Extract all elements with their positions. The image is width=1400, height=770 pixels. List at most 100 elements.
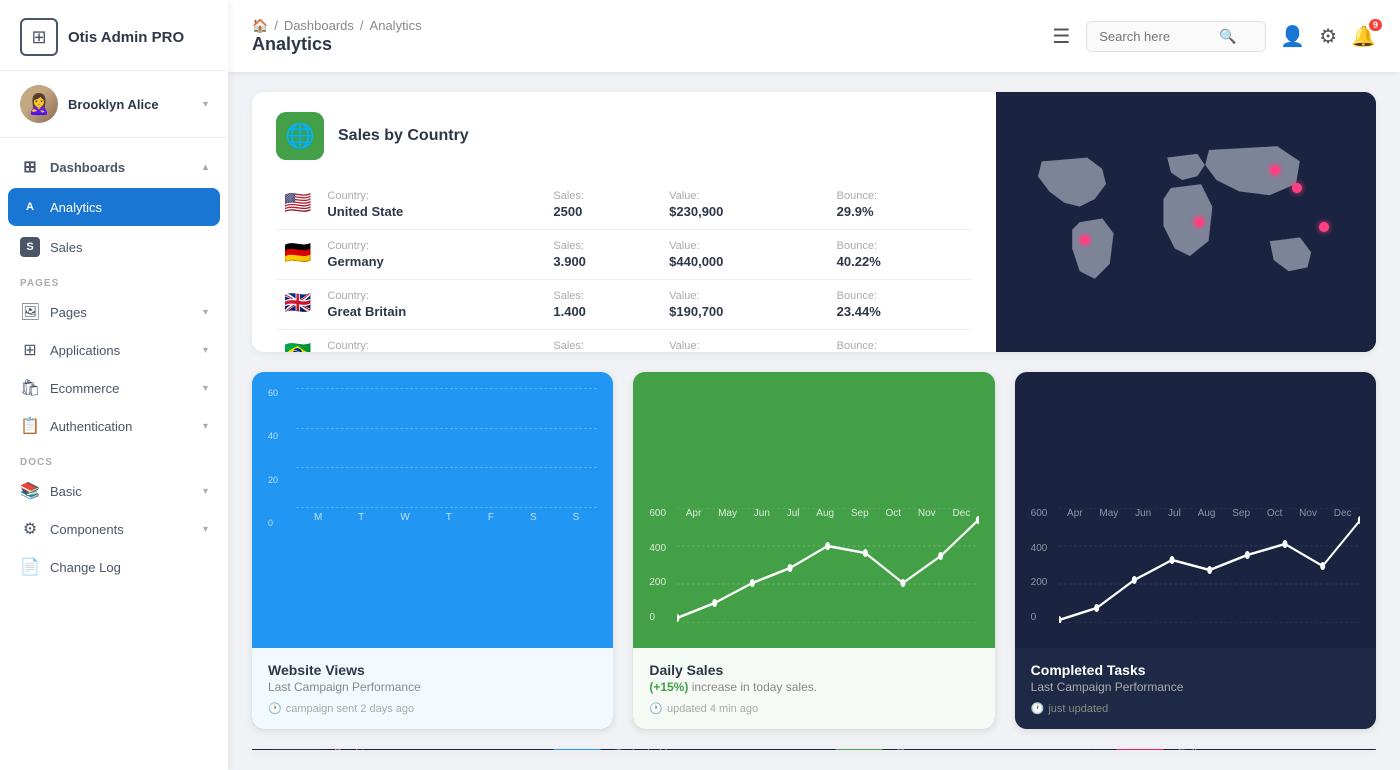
completed-tasks-subtitle: Last Campaign Performance (1031, 680, 1360, 694)
sidebar-item-dashboards[interactable]: ⊞ Dashboards ▴ (0, 148, 228, 186)
sidebar-item-changelog[interactable]: 📄 Change Log (0, 548, 228, 586)
page-title: Analytics (252, 34, 1036, 55)
daily-sales-y-axis: 6004002000 (649, 508, 666, 623)
stat-icon-1: 📊 (553, 749, 601, 750)
daily-sales-sub-text: increase in today sales. (692, 680, 817, 694)
website-views-title: Website Views (268, 662, 597, 678)
stat-label-1: Today's Users (615, 749, 690, 750)
sidebar-logo-area: ⊞ Otis Admin PRO (0, 0, 228, 71)
basic-icon: 📚 (20, 481, 40, 501)
line-chart-wrapper-dark: 6004002000 (1031, 508, 1360, 648)
daily-sales-highlight: (+15%) (649, 680, 688, 694)
country-table-row: 🇺🇸 Country: United State Sales: 2500 Val… (276, 180, 972, 230)
completed-tasks-info: Completed Tasks Last Campaign Performanc… (1015, 648, 1376, 729)
x-label-t1: T (358, 512, 364, 523)
map-dot-asia3 (1319, 222, 1329, 232)
clock-icon-2: 🕐 (649, 702, 663, 715)
settings-icon[interactable]: ⚙ (1319, 24, 1337, 49)
sidebar-item-sales[interactable]: S Sales (0, 228, 228, 266)
completed-tasks-chart: 6004002000 (1015, 372, 1376, 648)
user-profile-icon[interactable]: 👤 (1280, 24, 1305, 49)
daily-sales-meta: 🕐 updated 4 min ago (649, 702, 978, 715)
x-label-w: W (400, 512, 409, 523)
map-dot-asia2 (1270, 165, 1280, 175)
search-input[interactable] (1099, 29, 1219, 44)
sidebar: ⊞ Otis Admin PRO 🙎‍♀️ Brooklyn Alice ▾ ⊞… (0, 0, 228, 770)
world-map-svg (996, 92, 1376, 352)
sidebar-nav: ⊞ Dashboards ▴ A Analytics S Sales PAGES… (0, 138, 228, 770)
applications-chevron-icon: ▾ (203, 345, 208, 356)
pages-label: Pages (50, 305, 87, 320)
sidebar-item-applications[interactable]: ⊞ Applications ▾ (0, 331, 228, 369)
logo-text: Otis Admin PRO (68, 29, 184, 46)
website-views-info: Website Views Last Campaign Performance … (252, 648, 613, 729)
hamburger-icon[interactable]: ☰ (1052, 24, 1070, 49)
changelog-icon: 📄 (20, 557, 40, 577)
daily-sales-svg (677, 508, 978, 623)
stat-card-followers: 👤 Followers +91 (1096, 749, 1376, 750)
sidebar-item-ecommerce[interactable]: 🛍 Ecommerce ▾ (0, 369, 228, 407)
daily-sales-subtitle: (+15%) increase in today sales. (649, 680, 978, 694)
dashboards-icon: ⊞ (20, 157, 40, 177)
x-label-t2: T (446, 512, 452, 523)
header-title-area: 🏠 / Dashboards / Analytics Analytics (252, 18, 1036, 55)
website-views-meta: 🕐 campaign sent 2 days ago (268, 702, 597, 715)
components-icon: ⚙ (20, 519, 40, 539)
header-right: 🔍 👤 ⚙ 🔔 9 (1086, 21, 1376, 52)
sidebar-user[interactable]: 🙎‍♀️ Brooklyn Alice ▾ (0, 71, 228, 138)
breadcrumb-dashboards: Dashboards (284, 18, 354, 33)
bar-chart-bars (268, 388, 597, 508)
x-label-m: M (314, 512, 322, 523)
card-header: 🌐 Sales by Country (276, 112, 972, 160)
sales-label: Sales (50, 240, 83, 255)
completed-tasks-card: 6004002000 (1015, 372, 1376, 729)
sales-table-section: 🌐 Sales by Country 🇺🇸 Country: United St… (252, 92, 996, 352)
daily-sales-info: Daily Sales (+15%) increase in today sal… (633, 648, 994, 729)
changelog-label: Change Log (50, 560, 121, 575)
breadcrumb-sep1: / (274, 18, 278, 33)
breadcrumb-sep2: / (360, 18, 364, 33)
search-icon: 🔍 (1219, 28, 1236, 45)
stat-icon-3: 👤 (1116, 749, 1164, 750)
clock-icon: 🕐 (268, 702, 282, 715)
sidebar-item-authentication[interactable]: 📋 Authentication ▾ (0, 407, 228, 445)
sales-letter: S (20, 237, 40, 257)
applications-icon: ⊞ (20, 340, 40, 360)
globe-icon: 🌐 (276, 112, 324, 160)
stat-label-3: Followers (1178, 749, 1229, 750)
pages-chevron-icon: ▾ (203, 307, 208, 318)
sidebar-item-pages[interactable]: 🖼 Pages ▾ (0, 293, 228, 331)
x-label-s1: S (530, 512, 537, 523)
notifications-icon[interactable]: 🔔 9 (1351, 24, 1376, 49)
stat-icon-0: 🛋 (272, 749, 320, 750)
sales-by-country-title: Sales by Country (338, 127, 469, 145)
x-label-f: F (488, 512, 494, 523)
charts-row: 60 40 20 0 (252, 372, 1376, 729)
sidebar-item-basic[interactable]: 📚 Basic ▾ (0, 472, 228, 510)
daily-sales-title: Daily Sales (649, 662, 978, 678)
docs-section-label: DOCS (0, 445, 228, 472)
components-label: Components (50, 522, 124, 537)
ecommerce-icon: 🛍 (20, 378, 40, 398)
sidebar-item-components[interactable]: ⚙ Components ▾ (0, 510, 228, 548)
grid-lines (296, 388, 597, 508)
bar-chart-wrapper: 60 40 20 0 (268, 388, 597, 528)
dashboards-chevron-icon: ▴ (203, 162, 208, 173)
analytics-label: Analytics (50, 200, 102, 215)
stat-label-2: Revenue (897, 749, 945, 750)
sales-by-country-card: 🌐 Sales by Country 🇺🇸 Country: United St… (252, 92, 1376, 352)
pages-icon: 🖼 (20, 302, 40, 322)
main-area: 🏠 / Dashboards / Analytics Analytics ☰ 🔍… (228, 0, 1400, 770)
bar-chart-x-axis: M T W T F S S (268, 512, 597, 523)
content-area: 🌐 Sales by Country 🇺🇸 Country: United St… (228, 72, 1400, 770)
sidebar-item-analytics[interactable]: A Analytics (8, 188, 220, 226)
website-views-subtitle: Last Campaign Performance (268, 680, 597, 694)
website-views-card: 60 40 20 0 (252, 372, 613, 729)
authentication-chevron-icon: ▾ (203, 421, 208, 432)
country-table-row: 🇬🇧 Country: Great Britain Sales: 1.400 V… (276, 280, 972, 330)
country-table: 🇺🇸 Country: United State Sales: 2500 Val… (276, 180, 972, 352)
map-section (996, 92, 1376, 352)
map-dot-brazil (1080, 235, 1090, 245)
completed-tasks-svg (1059, 508, 1360, 623)
search-box[interactable]: 🔍 (1086, 21, 1266, 52)
